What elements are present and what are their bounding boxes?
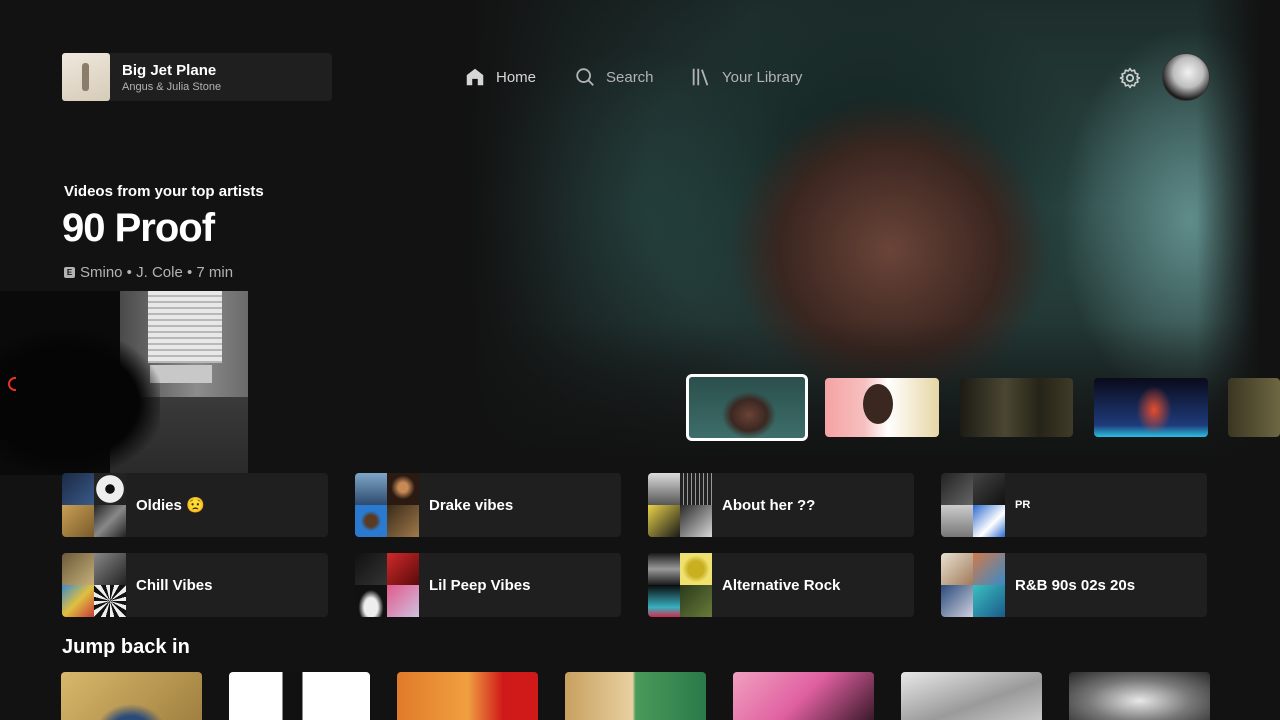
now-playing-artist: Angus & Julia Stone	[122, 80, 222, 93]
playlist-shortcut-label: Oldies 😟	[136, 497, 205, 514]
hero-kicker: Videos from your top artists	[64, 183, 264, 200]
user-avatar[interactable]	[1162, 53, 1210, 101]
video-thumbnail[interactable]	[825, 378, 939, 437]
jump-back-in-card[interactable]	[229, 672, 370, 720]
nav-home-label: Home	[496, 68, 537, 86]
jump-back-in-card[interactable]	[733, 672, 874, 720]
settings-button[interactable]	[1118, 66, 1142, 90]
nav-your-library[interactable]: Your Library	[690, 65, 802, 89]
playlist-cover-mosaic	[355, 553, 419, 617]
jump-back-in-card[interactable]	[901, 672, 1042, 720]
now-playing-album-art	[62, 53, 110, 101]
jump-back-in-card[interactable]	[61, 672, 202, 720]
nav-search[interactable]: Search	[574, 65, 654, 89]
playlist-cover-mosaic	[62, 473, 126, 537]
playlist-shortcut-rnb[interactable]: R&B 90s 02s 20s	[941, 553, 1207, 617]
gear-icon	[1119, 67, 1141, 89]
playlist-shortcut-label: Chill Vibes	[136, 576, 213, 594]
explicit-icon: E	[64, 267, 75, 278]
webcam-overlay	[0, 291, 248, 475]
video-thumbnail[interactable]	[1228, 378, 1280, 437]
nav-home[interactable]: Home	[464, 65, 536, 89]
nav-search-label: Search	[606, 68, 654, 86]
search-icon	[576, 68, 594, 86]
playlist-shortcut-label: Drake vibes	[429, 496, 514, 514]
now-playing-card[interactable]: Big Jet Plane Angus & Julia Stone	[62, 53, 332, 101]
playlist-shortcut-label: Lil Peep Vibes	[429, 576, 531, 594]
playlist-shortcut-label: About her ??	[722, 496, 816, 514]
hero-meta-text: Smino • J. Cole • 7 min	[80, 264, 234, 281]
playlist-cover-mosaic	[648, 473, 712, 537]
jump-back-in-card[interactable]	[397, 672, 538, 720]
hero-meta: E Smino • J. Cole • 7 min	[64, 264, 233, 281]
video-thumbnail[interactable]	[1094, 378, 1208, 437]
library-icon	[692, 68, 709, 86]
playlist-shortcut-label: R&B 90s 02s 20s	[1015, 576, 1136, 594]
playlist-shortcut-drake-vibes[interactable]: Drake vibes	[355, 473, 621, 537]
video-thumbnail-selected[interactable]	[686, 374, 808, 441]
playlist-cover-mosaic	[355, 473, 419, 537]
playlist-cover-mosaic	[941, 553, 1005, 617]
playlist-shortcut-label: Alternative Rock	[722, 576, 841, 594]
jump-back-in-card[interactable]	[1069, 672, 1210, 720]
jump-back-in-heading: Jump back in	[62, 636, 190, 658]
playlist-shortcut-about-her[interactable]: About her ??	[648, 473, 914, 537]
playlist-shortcut-pr[interactable]: PR	[941, 473, 1207, 537]
playlist-shortcut-label: PR	[1015, 499, 1031, 511]
playlist-shortcut-lil-peep-vibes[interactable]: Lil Peep Vibes	[355, 553, 621, 617]
playlist-cover-mosaic	[648, 553, 712, 617]
webcam-red-indicator	[8, 377, 16, 391]
playlist-shortcut-alternative-rock[interactable]: Alternative Rock	[648, 553, 914, 617]
nav-library-label: Your Library	[722, 68, 803, 86]
video-thumbnail[interactable]	[960, 378, 1073, 437]
hero-title[interactable]: 90 Proof	[62, 206, 215, 251]
jump-back-in-card[interactable]	[565, 672, 706, 720]
playlist-cover-mosaic	[941, 473, 1005, 537]
home-icon	[466, 68, 484, 86]
now-playing-title: Big Jet Plane	[122, 61, 217, 79]
playlist-shortcut-oldies[interactable]: Oldies 😟	[62, 473, 328, 537]
playlist-cover-mosaic	[62, 553, 126, 617]
webcam-dark-area	[0, 331, 160, 475]
playlist-shortcut-chill-vibes[interactable]: Chill Vibes	[62, 553, 328, 617]
